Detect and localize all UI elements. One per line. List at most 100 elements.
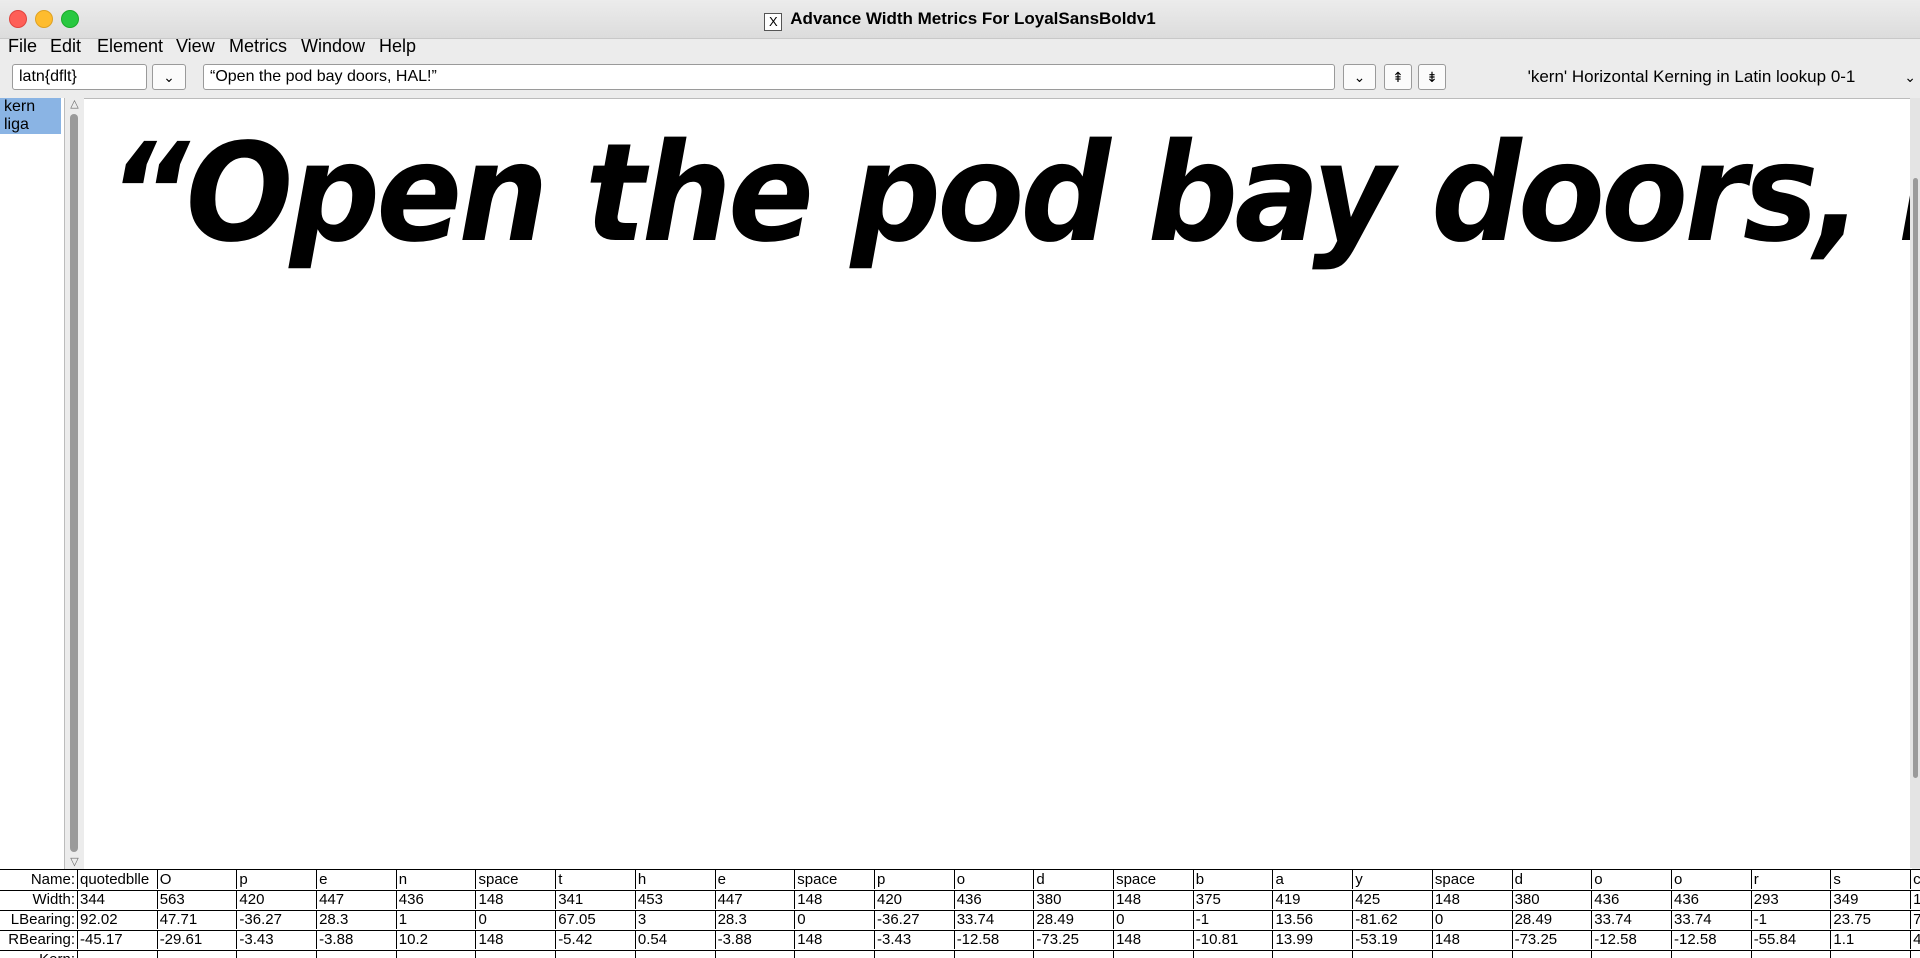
glyph-name-cell[interactable]: t (556, 870, 636, 889)
glyph-name-cell[interactable]: a (1274, 870, 1354, 889)
glyph-name-cell[interactable]: r (1752, 870, 1832, 889)
menu-view[interactable]: View (176, 36, 215, 57)
scrollbar-thumb[interactable] (70, 114, 78, 852)
glyph-name-cell[interactable]: y (1353, 870, 1433, 889)
glyph-rbearing-cell[interactable]: 148 (795, 930, 875, 949)
glyph-name-cell[interactable]: space (477, 870, 557, 889)
glyph-lbearing-cell[interactable]: 1 (397, 910, 477, 929)
glyph-name-cell[interactable]: O (158, 870, 238, 889)
feature-list[interactable]: kern liga (0, 98, 65, 870)
glyph-lbearing-cell[interactable]: 67.05 (556, 910, 636, 929)
glyph-width-cell[interactable]: 420 (237, 890, 318, 909)
glyph-lbearing-cell[interactable]: -36.27 (237, 910, 318, 929)
glyph-name-cell[interactable]: s (1831, 870, 1912, 889)
glyph-width-cell[interactable]: 563 (158, 890, 238, 909)
glyph-name-cell[interactable]: e (716, 870, 796, 889)
glyph-rbearing-cell[interactable]: -55.84 (1752, 930, 1832, 949)
glyph-name-cell[interactable]: d (1034, 870, 1115, 889)
glyph-name-cell[interactable]: e (317, 870, 397, 889)
glyph-name-cell[interactable]: space (795, 870, 875, 889)
menu-file[interactable]: File (8, 36, 37, 57)
glyph-rbearing-cell[interactable]: -3.43 (875, 930, 955, 949)
glyph-name-cell[interactable]: h (636, 870, 716, 889)
glyph-lbearing-cell[interactable]: 47.71 (158, 910, 238, 929)
glyph-rbearing-cell[interactable]: 148 (477, 930, 557, 949)
glyph-name-cell[interactable]: space (1114, 870, 1194, 889)
glyph-lbearing-cell[interactable]: -1 (1194, 910, 1274, 929)
glyph-width-cell[interactable]: 1 (1911, 890, 1920, 909)
glyph-width-cell[interactable]: 420 (875, 890, 955, 909)
glyph-lbearing-cell[interactable]: 3 (636, 910, 716, 929)
glyph-lbearing-cell[interactable]: 0 (795, 910, 875, 929)
feature-item-liga[interactable]: liga (0, 116, 61, 134)
glyph-rbearing-cell[interactable]: -29.61 (158, 930, 238, 949)
glyph-rbearing-cell[interactable]: 0.54 (636, 930, 716, 949)
text-dropdown-button[interactable]: ⌄ (1343, 64, 1376, 90)
script-dropdown-button[interactable]: ⌄ (152, 64, 186, 90)
glyph-lbearing-cell[interactable]: 33.74 (1592, 910, 1672, 929)
glyph-name-cell[interactable]: c (1911, 870, 1920, 889)
glyph-rbearing-cell[interactable]: -73.25 (1034, 930, 1115, 949)
glyph-width-cell[interactable]: 436 (397, 890, 477, 909)
glyph-lbearing-cell[interactable]: 0 (1114, 910, 1194, 929)
glyph-width-cell[interactable]: 148 (1433, 890, 1513, 909)
glyph-width-cell[interactable]: 447 (317, 890, 397, 909)
glyph-rbearing-cell[interactable]: 10.2 (397, 930, 477, 949)
glyph-lbearing-cell[interactable]: 28.3 (716, 910, 796, 929)
scroll-down-icon[interactable]: ▽ (68, 856, 81, 868)
glyph-rbearing-cell[interactable]: -73.25 (1513, 930, 1593, 949)
glyph-rbearing-cell[interactable]: -53.19 (1353, 930, 1433, 949)
glyph-name-cell[interactable]: space (1433, 870, 1513, 889)
menu-edit[interactable]: Edit (50, 36, 81, 57)
previous-word-button[interactable]: ⇞ (1384, 64, 1412, 90)
canvas-scrollbar[interactable] (1910, 98, 1920, 868)
glyph-width-cell[interactable]: 380 (1034, 890, 1115, 909)
glyph-lbearing-cell[interactable]: 28.49 (1513, 910, 1593, 929)
glyph-width-cell[interactable]: 344 (78, 890, 158, 909)
glyph-lbearing-cell[interactable]: 7 (1911, 910, 1920, 929)
feature-list-scrollbar[interactable]: △ ▽ (67, 98, 82, 868)
glyph-name-cell[interactable]: quotedblle (78, 870, 158, 889)
glyph-width-cell[interactable]: 148 (477, 890, 557, 909)
menu-metrics[interactable]: Metrics (229, 36, 287, 57)
glyph-width-cell[interactable]: 436 (1672, 890, 1752, 909)
glyph-name-cell[interactable]: o (1592, 870, 1672, 889)
glyph-rbearing-cell[interactable]: -3.43 (237, 930, 318, 949)
scroll-up-icon[interactable]: △ (68, 98, 81, 110)
glyph-name-cell[interactable]: o (955, 870, 1035, 889)
glyph-lbearing-cell[interactable]: 33.74 (955, 910, 1035, 929)
glyph-lbearing-cell[interactable]: 23.75 (1831, 910, 1912, 929)
glyph-name-cell[interactable]: d (1513, 870, 1593, 889)
glyph-width-cell[interactable]: 380 (1513, 890, 1593, 909)
menu-element[interactable]: Element (97, 36, 163, 57)
glyph-lbearing-cell[interactable]: 13.56 (1274, 910, 1354, 929)
next-word-button[interactable]: ⇟ (1418, 64, 1446, 90)
script-language-field[interactable]: latn{dflt} (12, 64, 147, 90)
glyph-width-cell[interactable]: 148 (1114, 890, 1194, 909)
glyph-width-cell[interactable]: 148 (795, 890, 875, 909)
preview-text-field[interactable]: “Open the pod bay doors, HAL!” (203, 64, 1335, 90)
glyph-rbearing-cell[interactable]: 148 (1114, 930, 1194, 949)
glyph-width-cell[interactable]: 375 (1194, 890, 1274, 909)
glyph-name-cell[interactable]: o (1672, 870, 1752, 889)
glyph-width-cell[interactable]: 447 (716, 890, 796, 909)
glyph-rbearing-cell[interactable]: -10.81 (1194, 930, 1274, 949)
glyph-lbearing-cell[interactable]: 28.49 (1034, 910, 1115, 929)
glyph-rbearing-cell[interactable]: -12.58 (1672, 930, 1752, 949)
glyph-rbearing-cell[interactable]: 1.1 (1831, 930, 1912, 949)
metrics-preview-canvas[interactable]: “Open the pod bay doors, HAL!” (84, 98, 1912, 869)
glyph-name-cell[interactable]: p (237, 870, 318, 889)
glyph-rbearing-cell[interactable]: 13.99 (1274, 930, 1354, 949)
glyph-rbearing-cell[interactable]: -3.88 (317, 930, 397, 949)
glyph-width-cell[interactable]: 293 (1752, 890, 1832, 909)
glyph-rbearing-cell[interactable]: -3.88 (716, 930, 796, 949)
glyph-width-cell[interactable]: 425 (1353, 890, 1433, 909)
glyph-lbearing-cell[interactable]: 28.3 (317, 910, 397, 929)
glyph-name-cell[interactable]: b (1194, 870, 1274, 889)
glyph-lbearing-cell[interactable]: -36.27 (875, 910, 955, 929)
glyph-width-cell[interactable]: 349 (1831, 890, 1912, 909)
feature-item-kern[interactable]: kern (0, 98, 61, 116)
glyph-rbearing-cell[interactable]: -12.58 (955, 930, 1035, 949)
glyph-lbearing-cell[interactable]: 0 (1433, 910, 1513, 929)
glyph-rbearing-cell[interactable]: -5.42 (556, 930, 636, 949)
